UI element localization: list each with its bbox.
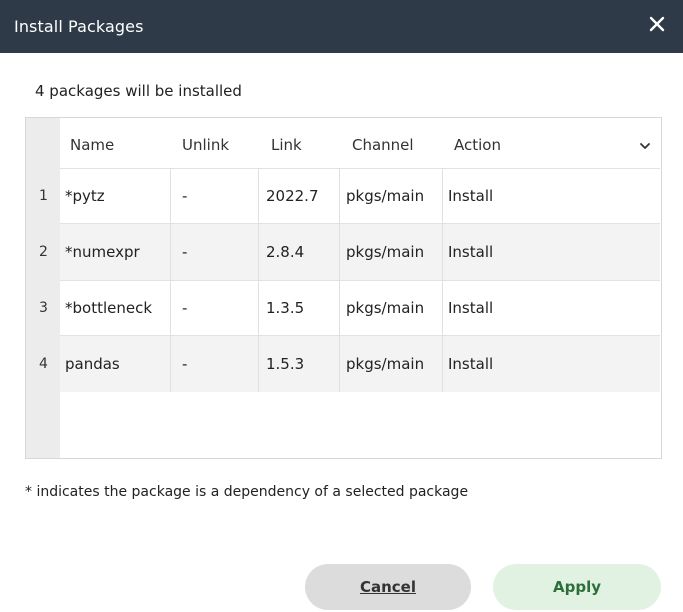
table-header: Name Unlink Link Channel Action [26, 118, 661, 168]
package-link: 2.8.4 [266, 243, 305, 261]
package-channel: pkgs/main [346, 299, 425, 317]
row-number: 1 [39, 188, 48, 204]
package-link: 1.5.3 [266, 355, 305, 373]
packages-table: Name Unlink Link Channel Action 1 *pytz … [25, 117, 662, 459]
table-row[interactable]: 4 pandas - 1.5.3 pkgs/main Install [26, 336, 661, 392]
apply-button-label: Apply [552, 578, 601, 596]
package-action: Install [448, 299, 494, 317]
package-name: pandas [65, 355, 120, 373]
package-unlink: - [182, 355, 188, 373]
package-link: 2022.7 [266, 187, 319, 205]
install-summary: 4 packages will be installed [35, 82, 242, 100]
cancel-button-label: Cancel [359, 578, 416, 596]
package-channel: pkgs/main [346, 243, 425, 261]
dialog-titlebar: Install Packages [0, 0, 683, 53]
table-row[interactable]: 2 *numexpr - 2.8.4 pkgs/main Install [26, 224, 661, 280]
close-button[interactable] [643, 10, 671, 38]
column-header-unlink[interactable]: Unlink [182, 136, 229, 154]
column-menu-button[interactable] [638, 138, 652, 152]
row-number: 3 [39, 300, 48, 316]
package-link: 1.3.5 [266, 299, 305, 317]
apply-button[interactable]: Apply [493, 564, 661, 610]
package-name: *bottleneck [65, 299, 153, 317]
package-channel: pkgs/main [346, 355, 425, 373]
package-action: Install [448, 355, 494, 373]
package-action: Install [448, 243, 494, 261]
column-header-action[interactable]: Action [454, 136, 501, 154]
dependency-footnote: * indicates the package is a dependency … [25, 484, 469, 500]
install-packages-dialog: Install Packages 4 packages will be inst… [0, 0, 683, 612]
column-header-name[interactable]: Name [70, 136, 114, 154]
package-unlink: - [182, 243, 188, 261]
row-number: 4 [39, 356, 48, 372]
package-name: *pytz [65, 187, 105, 205]
package-unlink: - [182, 187, 188, 205]
table-row[interactable]: 1 *pytz - 2022.7 pkgs/main Install [26, 168, 661, 224]
package-action: Install [448, 187, 494, 205]
package-name: *numexpr [65, 243, 140, 261]
dialog-title: Install Packages [14, 17, 144, 36]
column-header-link[interactable]: Link [271, 136, 302, 154]
package-unlink: - [182, 299, 188, 317]
package-channel: pkgs/main [346, 187, 425, 205]
column-header-channel[interactable]: Channel [352, 136, 414, 154]
cancel-button[interactable]: Cancel [305, 564, 471, 610]
close-icon [649, 16, 665, 32]
row-number: 2 [39, 244, 48, 260]
table-row[interactable]: 3 *bottleneck - 1.3.5 pkgs/main Install [26, 280, 661, 336]
chevron-down-icon [640, 143, 650, 149]
